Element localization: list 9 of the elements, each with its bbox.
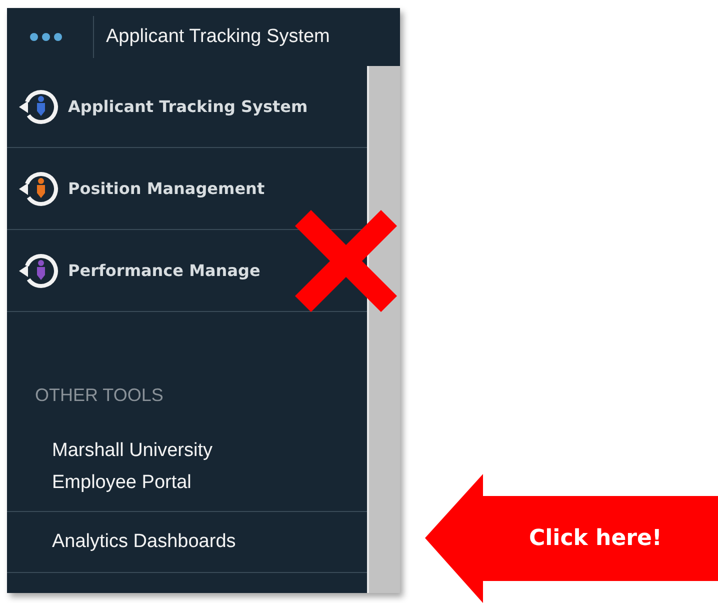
callout-text: Click here! [529, 526, 662, 551]
scrollbar[interactable] [367, 66, 400, 593]
more-icon[interactable] [29, 32, 63, 42]
header-title: Applicant Tracking System [106, 26, 330, 48]
module-item[interactable]: Applicant Tracking System [14, 82, 308, 132]
module-item[interactable]: Performance Manage [14, 246, 260, 296]
cross-mark-icon [295, 210, 397, 312]
section-heading: OTHER TOOLS [35, 385, 164, 407]
module-item[interactable]: Position Management [14, 164, 265, 214]
